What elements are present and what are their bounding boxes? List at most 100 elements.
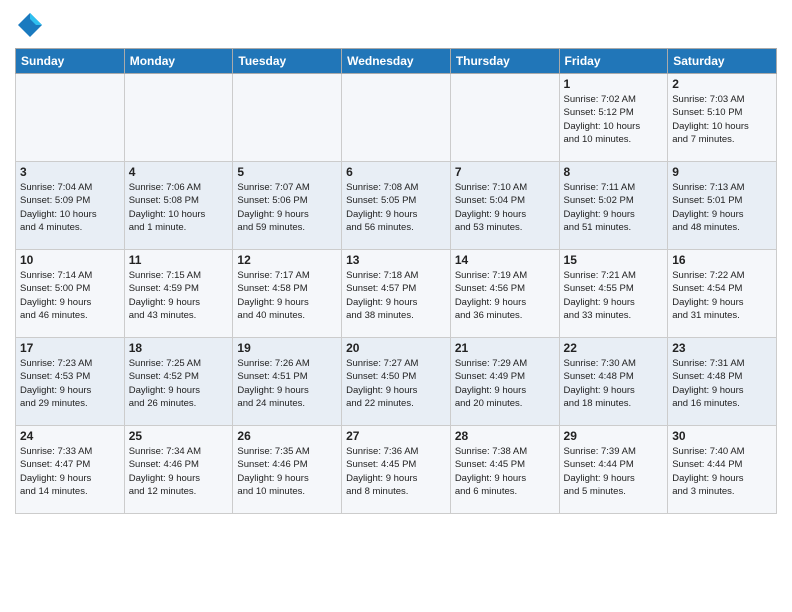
day-info: Sunrise: 7:14 AM Sunset: 5:00 PM Dayligh… (20, 269, 120, 322)
day-info: Sunrise: 7:25 AM Sunset: 4:52 PM Dayligh… (129, 357, 229, 410)
calendar-cell (342, 74, 451, 162)
calendar-cell: 14 Sunrise: 7:19 AM Sunset: 4:56 PM Dayli… (450, 250, 559, 338)
calendar-cell: 17 Sunrise: 7:23 AM Sunset: 4:53 PM Dayli… (16, 338, 125, 426)
calendar-cell (16, 74, 125, 162)
calendar-cell: 28Sunrise: 7:38 AM Sunset: 4:45 PM Dayli… (450, 426, 559, 514)
day-info: Sunrise: 7:10 AM Sunset: 5:04 PM Dayligh… (455, 181, 555, 234)
day-info: Sunrise: 7:13 AM Sunset: 5:01 PM Dayligh… (672, 181, 772, 234)
calendar-cell: 2 Sunrise: 7:03 AM Sunset: 5:10 PM Daylig… (668, 74, 777, 162)
weekday-header-thursday: Thursday (450, 49, 559, 74)
day-number: 21 (455, 341, 555, 355)
calendar-cell: 27 Sunrise: 7:36 AM Sunset: 4:45 PM Dayli… (342, 426, 451, 514)
calendar-cell: 7Sunrise: 7:10 AM Sunset: 5:04 PM Daylig… (450, 162, 559, 250)
day-info: Sunrise: 7:36 AM Sunset: 4:45 PM Dayligh… (346, 445, 446, 498)
weekday-header-tuesday: Tuesday (233, 49, 342, 74)
weekday-header-row: SundayMondayTuesdayWednesdayThursdayFrid… (16, 49, 777, 74)
day-number: 19 (237, 341, 337, 355)
calendar-cell: 11 Sunrise: 7:15 AM Sunset: 4:59 PM Dayli… (124, 250, 233, 338)
calendar-cell: 24 Sunrise: 7:33 AM Sunset: 4:47 PM Dayli… (16, 426, 125, 514)
day-info: Sunrise: 7:07 AM Sunset: 5:06 PM Dayligh… (237, 181, 337, 234)
day-number: 13 (346, 253, 446, 267)
weekday-header-friday: Friday (559, 49, 668, 74)
day-number: 11 (129, 253, 229, 267)
day-number: 2 (672, 77, 772, 91)
day-info: Sunrise: 7:03 AM Sunset: 5:10 PM Dayligh… (672, 93, 772, 146)
day-info: Sunrise: 7:11 AM Sunset: 5:02 PM Dayligh… (564, 181, 664, 234)
day-info: Sunrise: 7:33 AM Sunset: 4:47 PM Dayligh… (20, 445, 120, 498)
calendar-cell: 30 Sunrise: 7:40 AM Sunset: 4:44 PM Dayli… (668, 426, 777, 514)
calendar-cell (233, 74, 342, 162)
calendar-cell: 19 Sunrise: 7:26 AM Sunset: 4:51 PM Dayli… (233, 338, 342, 426)
day-info: Sunrise: 7:40 AM Sunset: 4:44 PM Dayligh… (672, 445, 772, 498)
calendar-table: SundayMondayTuesdayWednesdayThursdayFrid… (15, 48, 777, 514)
logo (15, 10, 49, 40)
calendar-cell: 5 Sunrise: 7:07 AM Sunset: 5:06 PM Daylig… (233, 162, 342, 250)
day-number: 18 (129, 341, 229, 355)
calendar-cell: 16 Sunrise: 7:22 AM Sunset: 4:54 PM Dayli… (668, 250, 777, 338)
day-info: Sunrise: 7:18 AM Sunset: 4:57 PM Dayligh… (346, 269, 446, 322)
calendar-cell: 23 Sunrise: 7:31 AM Sunset: 4:48 PM Dayli… (668, 338, 777, 426)
calendar-cell: 13 Sunrise: 7:18 AM Sunset: 4:57 PM Dayli… (342, 250, 451, 338)
weekday-header-saturday: Saturday (668, 49, 777, 74)
day-info: Sunrise: 7:19 AM Sunset: 4:56 PM Dayligh… (455, 269, 555, 322)
calendar-cell: 20 Sunrise: 7:27 AM Sunset: 4:50 PM Dayli… (342, 338, 451, 426)
calendar-cell: 29 Sunrise: 7:39 AM Sunset: 4:44 PM Dayli… (559, 426, 668, 514)
day-number: 12 (237, 253, 337, 267)
logo-icon (15, 10, 45, 40)
day-info: Sunrise: 7:02 AM Sunset: 5:12 PM Dayligh… (564, 93, 664, 146)
calendar-cell: 3 Sunrise: 7:04 AM Sunset: 5:09 PM Daylig… (16, 162, 125, 250)
day-info: Sunrise: 7:31 AM Sunset: 4:48 PM Dayligh… (672, 357, 772, 410)
day-number: 23 (672, 341, 772, 355)
day-info: Sunrise: 7:15 AM Sunset: 4:59 PM Dayligh… (129, 269, 229, 322)
day-number: 3 (20, 165, 120, 179)
day-number: 6 (346, 165, 446, 179)
day-info: Sunrise: 7:26 AM Sunset: 4:51 PM Dayligh… (237, 357, 337, 410)
calendar-cell: 12 Sunrise: 7:17 AM Sunset: 4:58 PM Dayli… (233, 250, 342, 338)
day-info: Sunrise: 7:17 AM Sunset: 4:58 PM Dayligh… (237, 269, 337, 322)
day-number: 20 (346, 341, 446, 355)
calendar-body: 1 Sunrise: 7:02 AM Sunset: 5:12 PM Daylig… (16, 74, 777, 514)
calendar-cell (124, 74, 233, 162)
day-info: Sunrise: 7:22 AM Sunset: 4:54 PM Dayligh… (672, 269, 772, 322)
calendar-cell: 25Sunrise: 7:34 AM Sunset: 4:46 PM Dayli… (124, 426, 233, 514)
calendar-cell: 22Sunrise: 7:30 AM Sunset: 4:48 PM Dayli… (559, 338, 668, 426)
day-number: 1 (564, 77, 664, 91)
calendar-week-row: 1 Sunrise: 7:02 AM Sunset: 5:12 PM Daylig… (16, 74, 777, 162)
day-info: Sunrise: 7:35 AM Sunset: 4:46 PM Dayligh… (237, 445, 337, 498)
day-number: 10 (20, 253, 120, 267)
day-number: 14 (455, 253, 555, 267)
day-number: 17 (20, 341, 120, 355)
calendar-cell: 8 Sunrise: 7:11 AM Sunset: 5:02 PM Daylig… (559, 162, 668, 250)
calendar-cell: 21Sunrise: 7:29 AM Sunset: 4:49 PM Dayli… (450, 338, 559, 426)
calendar-week-row: 10 Sunrise: 7:14 AM Sunset: 5:00 PM Dayli… (16, 250, 777, 338)
day-number: 24 (20, 429, 120, 443)
day-number: 29 (564, 429, 664, 443)
page: SundayMondayTuesdayWednesdayThursdayFrid… (0, 0, 792, 612)
day-number: 5 (237, 165, 337, 179)
day-info: Sunrise: 7:30 AM Sunset: 4:48 PM Dayligh… (564, 357, 664, 410)
calendar-cell: 15Sunrise: 7:21 AM Sunset: 4:55 PM Dayli… (559, 250, 668, 338)
calendar-header: SundayMondayTuesdayWednesdayThursdayFrid… (16, 49, 777, 74)
calendar-week-row: 24 Sunrise: 7:33 AM Sunset: 4:47 PM Dayli… (16, 426, 777, 514)
header (15, 10, 777, 40)
calendar-week-row: 3 Sunrise: 7:04 AM Sunset: 5:09 PM Daylig… (16, 162, 777, 250)
calendar-cell: 6 Sunrise: 7:08 AM Sunset: 5:05 PM Daylig… (342, 162, 451, 250)
day-number: 16 (672, 253, 772, 267)
calendar-cell: 4 Sunrise: 7:06 AM Sunset: 5:08 PM Daylig… (124, 162, 233, 250)
day-info: Sunrise: 7:06 AM Sunset: 5:08 PM Dayligh… (129, 181, 229, 234)
day-number: 25 (129, 429, 229, 443)
day-info: Sunrise: 7:39 AM Sunset: 4:44 PM Dayligh… (564, 445, 664, 498)
calendar-cell: 9 Sunrise: 7:13 AM Sunset: 5:01 PM Daylig… (668, 162, 777, 250)
day-number: 26 (237, 429, 337, 443)
day-number: 9 (672, 165, 772, 179)
day-info: Sunrise: 7:04 AM Sunset: 5:09 PM Dayligh… (20, 181, 120, 234)
day-number: 30 (672, 429, 772, 443)
calendar-cell: 26 Sunrise: 7:35 AM Sunset: 4:46 PM Dayli… (233, 426, 342, 514)
day-number: 4 (129, 165, 229, 179)
calendar-cell (450, 74, 559, 162)
day-info: Sunrise: 7:08 AM Sunset: 5:05 PM Dayligh… (346, 181, 446, 234)
day-info: Sunrise: 7:27 AM Sunset: 4:50 PM Dayligh… (346, 357, 446, 410)
day-number: 8 (564, 165, 664, 179)
day-info: Sunrise: 7:23 AM Sunset: 4:53 PM Dayligh… (20, 357, 120, 410)
day-number: 27 (346, 429, 446, 443)
